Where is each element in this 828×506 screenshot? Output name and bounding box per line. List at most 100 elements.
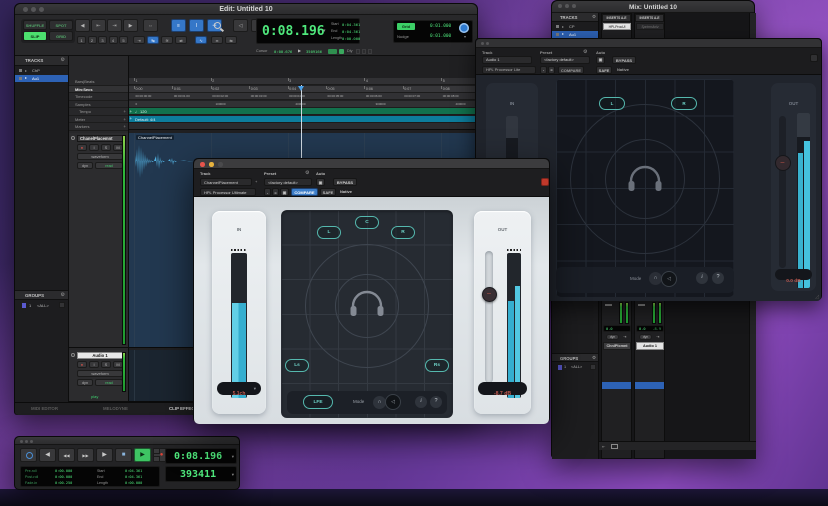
tempo-value[interactable]: 120 xyxy=(140,109,147,114)
ruler-label-minsecs[interactable]: Min:Secs xyxy=(69,85,128,93)
output-slider-knob[interactable]: – xyxy=(481,287,497,302)
edit-mode-spot-button[interactable]: SPOT xyxy=(49,20,73,30)
track-show-icon[interactable]: ▸ xyxy=(562,24,564,29)
main-counter-value[interactable]: 0:08.196 xyxy=(262,24,325,39)
edit-mode-slip-button[interactable]: SLIP xyxy=(23,31,47,41)
layered-edit-button[interactable]: ⇆ xyxy=(225,36,237,44)
edit-mode-grid-button[interactable]: GRID xyxy=(49,31,73,41)
zoom-preset-4-button[interactable]: 4 xyxy=(108,36,118,44)
strip-output-icon[interactable]: ⇥ xyxy=(623,334,626,339)
strip-output-icon[interactable]: ⇥ xyxy=(656,334,659,339)
online-button[interactable] xyxy=(20,448,37,462)
ruler-label-timecode[interactable]: Timecode xyxy=(69,93,128,101)
pan-knob-icon[interactable] xyxy=(605,304,612,306)
loop-button[interactable]: ≖ xyxy=(211,36,223,44)
bottom-tab-melodyne[interactable]: MELODYNE xyxy=(103,406,128,411)
group-list-item[interactable]: 1 <ALL> xyxy=(552,363,598,371)
previous-tool-button[interactable]: ◀ xyxy=(75,19,90,32)
bypass-button[interactable]: BYPASS xyxy=(333,178,357,186)
mix-h-scrollbar[interactable]: ⇤ xyxy=(599,441,756,450)
edit-track-list-item-chp[interactable]: ▸ ChP xyxy=(15,67,68,74)
track-selector[interactable]: Audio 1 xyxy=(482,56,532,64)
transport-sel-value[interactable]: 0:00.000 xyxy=(125,481,142,485)
copy-settings-button[interactable]: ▣ xyxy=(316,178,325,186)
ruler-label-tempo[interactable]: Tempo xyxy=(69,108,128,116)
trim-tool-button[interactable]: ⇤ xyxy=(91,19,106,32)
surround-field[interactable]: L R Mode ∩ ◁ i ? xyxy=(556,79,734,297)
minimize-icon[interactable] xyxy=(209,162,214,167)
add-icon[interactable]: + xyxy=(123,109,126,114)
strip-pan-value[interactable]: -8.9 xyxy=(652,327,661,331)
link-selection-button[interactable]: ↹ xyxy=(147,36,159,44)
group-list-item[interactable]: 1 <ALL> xyxy=(15,301,68,309)
scroll-left-icon[interactable]: ⇤ xyxy=(602,444,605,449)
automation-mode-button[interactable]: read xyxy=(95,162,123,169)
ruler-tempo[interactable]: ♩ 120 + xyxy=(129,108,478,115)
add-meter-icon[interactable]: + xyxy=(130,116,133,121)
input-monitor-button[interactable]: I xyxy=(89,144,99,151)
plugin-titlebar[interactable] xyxy=(476,39,821,48)
compare-button[interactable]: COMPARE xyxy=(558,66,584,74)
zoomer-tool-icon[interactable] xyxy=(214,22,221,29)
transport-main-value[interactable]: 0:08.196 xyxy=(174,451,222,462)
minimize-icon[interactable] xyxy=(25,439,28,443)
target-button[interactable] xyxy=(541,178,549,186)
chevron-down-icon[interactable]: ▾ xyxy=(323,28,326,34)
group-edit-icon[interactable] xyxy=(59,302,65,308)
output-meters-icon[interactable] xyxy=(459,23,469,33)
chevron-down-icon[interactable]: ▾ xyxy=(254,386,256,392)
group-edit-icon[interactable] xyxy=(590,364,596,370)
safe-button[interactable]: SAFE xyxy=(596,66,612,74)
edit-mode-shuffle-button[interactable]: SHUFFLE xyxy=(23,20,47,30)
strip-dyn-button[interactable]: dyn xyxy=(606,334,619,340)
edit-titlebar[interactable]: Edit: Untitled 10 xyxy=(15,4,477,15)
gear-icon[interactable]: ⚙ xyxy=(61,292,65,298)
record-enable-button[interactable]: ● xyxy=(77,361,87,368)
minimize-icon[interactable] xyxy=(486,42,489,45)
transport-roll-value[interactable]: 0:00.000 xyxy=(55,475,72,479)
transport-main-counter[interactable]: 0:08.196 ▾ xyxy=(165,448,237,464)
transport-sample-counter[interactable]: 393411 ▾ xyxy=(165,466,237,482)
add-tempo-icon[interactable]: + xyxy=(130,109,133,114)
bypass-button[interactable]: BYPASS xyxy=(612,56,636,64)
prev-preset-button[interactable]: - xyxy=(264,188,271,196)
selector-tool-button[interactable]: I xyxy=(189,19,204,32)
close-icon[interactable] xyxy=(20,439,23,443)
strip-name-plate[interactable]: ChnlPlcmnt xyxy=(603,342,631,350)
speaker-left-surround-button[interactable]: Ls xyxy=(285,359,309,372)
close-icon[interactable] xyxy=(481,42,484,45)
gear-icon[interactable]: ⚙ xyxy=(592,355,596,361)
chevron-down-icon[interactable]: ▾ xyxy=(232,472,234,478)
lfe-button[interactable]: LFE xyxy=(303,395,333,409)
channel-format-value[interactable]: 5.1ch xyxy=(233,391,246,397)
speaker-right-surround-button[interactable]: Rs xyxy=(425,359,449,372)
automation-mode-button[interactable]: read xyxy=(95,379,123,386)
mix-track-list-item-au1[interactable]: ▸ Au1 xyxy=(552,30,598,38)
chevron-down-icon[interactable]: ▾ xyxy=(232,454,234,460)
add-icon[interactable]: + xyxy=(123,124,126,129)
track-view-selector[interactable]: waveform xyxy=(77,153,123,160)
go-to-end-button[interactable]: ▶ xyxy=(96,448,113,462)
transport-roll-value[interactable]: 0:00.250 xyxy=(55,481,72,485)
gear-icon[interactable]: ⚙ xyxy=(592,14,596,20)
speaker-right-button[interactable]: R xyxy=(391,226,415,239)
resize-grip-icon[interactable]: ◿ xyxy=(815,294,819,300)
start-value[interactable]: 0:04.361 xyxy=(342,22,360,27)
close-icon[interactable] xyxy=(200,162,205,167)
nudge-label[interactable]: Nudge xyxy=(397,34,409,39)
speaker-left-button[interactable]: L xyxy=(317,226,341,239)
copy-settings-button[interactable]: ▣ xyxy=(596,56,605,64)
add-icon[interactable]: + xyxy=(123,117,126,122)
expand-transport-button[interactable] xyxy=(153,448,160,454)
bottom-tab-midi-editor[interactable]: MIDI EDITOR xyxy=(31,406,58,411)
output-slider-track[interactable] xyxy=(485,251,493,383)
meters-led-icon[interactable] xyxy=(328,48,337,54)
mode-speaker-toggle[interactable]: ◁ xyxy=(661,270,677,287)
zoom-preset-2-button[interactable]: 2 xyxy=(87,36,97,44)
rewind-button[interactable]: ◀◀ xyxy=(58,448,75,462)
preset-selector[interactable]: <factory default> xyxy=(264,178,312,186)
dly-label[interactable]: Dly xyxy=(347,49,352,53)
strip-width-icon[interactable] xyxy=(611,444,618,449)
clip-led-icon[interactable] xyxy=(339,48,344,54)
zoom-preset-3-button[interactable]: 3 xyxy=(98,36,107,44)
